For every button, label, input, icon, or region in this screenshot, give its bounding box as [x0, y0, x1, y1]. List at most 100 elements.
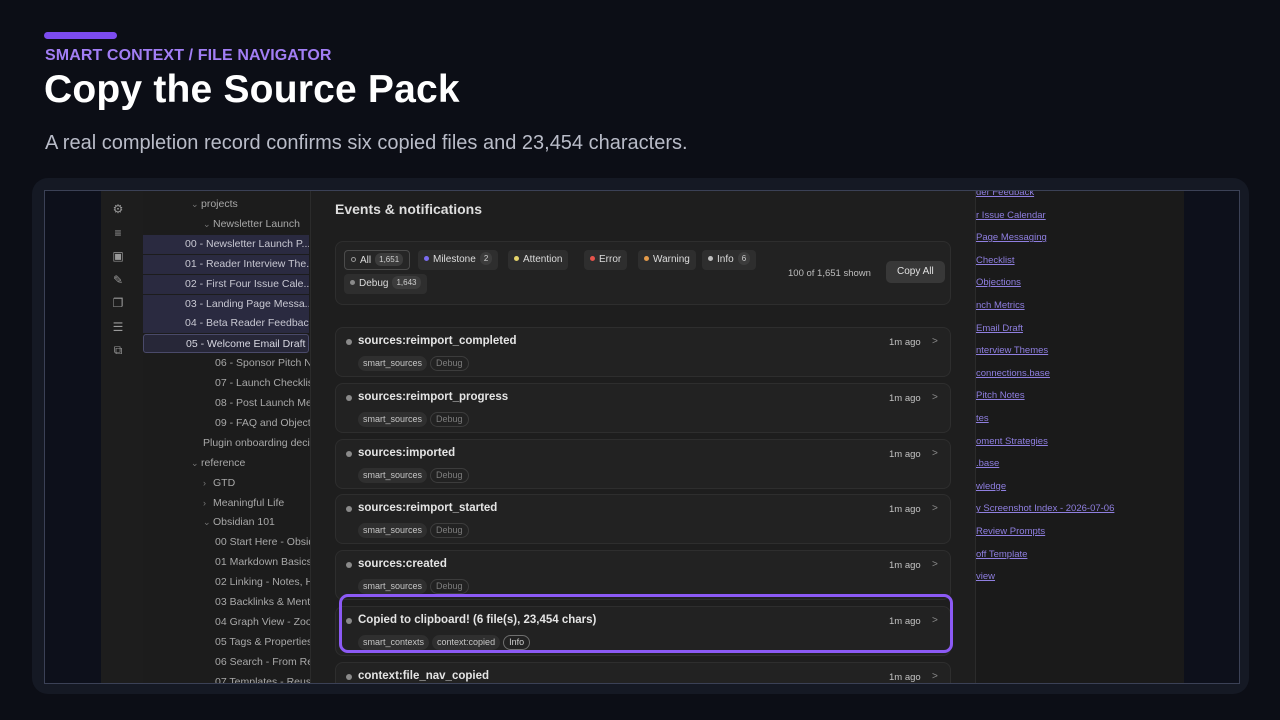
tree-folder[interactable]: ⌄ Newsletter Launch [143, 215, 310, 234]
tree-folder[interactable]: › GTD [143, 474, 310, 493]
tree-file[interactable]: 05 - Welcome Email Draft [143, 334, 309, 354]
tree-item-label: Newsletter Launch [213, 217, 300, 230]
tree-item-label: projects [201, 198, 238, 210]
page-title: Copy the Source Pack [44, 68, 460, 111]
copy-all-button[interactable]: Copy All [886, 261, 945, 283]
event-name: sources:reimport_started [358, 502, 498, 515]
note-link[interactable]: wledge [976, 481, 1006, 492]
tree-file[interactable]: 04 - Beta Reader Feedback [143, 314, 309, 334]
tree-folder[interactable]: ⌄ Obsidian 101 [143, 513, 310, 532]
chevron-right-icon[interactable]: > [932, 671, 938, 682]
note-link[interactable]: nch Metrics [976, 300, 1025, 311]
filter-label: Info [717, 254, 734, 265]
settings-sliders-icon[interactable]: ⚙ [111, 203, 125, 215]
tree-file[interactable]: Plugin onboarding decision [143, 434, 310, 453]
tree-file[interactable]: 06 - Sponsor Pitch Notes [143, 354, 310, 373]
tree-file[interactable]: 01 - Reader Interview The... [143, 254, 309, 274]
tree-folder[interactable]: › Meaningful Life [143, 494, 310, 513]
filter-icon[interactable]: ≡ [111, 227, 125, 239]
tree-file[interactable]: 09 - FAQ and Objections [143, 414, 310, 433]
chevron-right-icon[interactable]: > [932, 448, 938, 459]
filter-chip-error[interactable]: Error [584, 250, 628, 270]
tree-file[interactable]: 02 - First Four Issue Cale... [143, 274, 309, 294]
note-link[interactable]: Review Prompts [976, 526, 1045, 537]
tree-file[interactable]: 00 Start Here - Obsidian ... [143, 533, 310, 552]
file-explorer: ⌄ projects ⌄ Newsletter Launch 00 - Newslett… [143, 191, 311, 683]
note-link[interactable]: .base [976, 458, 999, 469]
tree-file[interactable]: 07 Templates - Reusable... [143, 673, 310, 683]
event-dot-icon [346, 339, 352, 345]
filter-chip-debug[interactable]: Debug 1,643 [344, 274, 427, 294]
event-card[interactable]: Copied to clipboard! (6 file(s), 23,454 … [335, 606, 951, 656]
filter-chip-all[interactable]: All 1,651 [344, 250, 411, 270]
duplicate-icon[interactable]: ⧉ [111, 344, 125, 356]
note-link[interactable]: Email Draft [976, 323, 1023, 334]
chevron-right-icon[interactable]: > [932, 392, 938, 403]
filter-chip-info[interactable]: Info 6 [702, 250, 757, 270]
event-card[interactable]: sources:reimport_progress 1m ago > smart_so… [335, 382, 951, 433]
eyebrow: SMART CONTEXT / FILE NAVIGATOR [45, 47, 332, 64]
file-edit-icon[interactable]: ✎ [111, 274, 125, 286]
note-link[interactable]: oment Strategies [976, 436, 1048, 447]
event-card[interactable]: sources:imported 1m ago > smart_sources Debu… [335, 438, 951, 489]
event-tag: smart_sources [358, 411, 428, 427]
note-link[interactable]: y Screenshot Index - 2026-07-06 [976, 503, 1114, 514]
tree-item-label: reference [201, 456, 246, 469]
event-time: 1m ago [889, 560, 921, 572]
document-list-icon[interactable]: ☰ [111, 321, 125, 333]
note-link[interactable]: Page Messaging [976, 232, 1047, 243]
note-link[interactable]: r Issue Calendar [976, 210, 1046, 221]
tree-file[interactable]: 03 Backlinks & Mentions ... [143, 593, 310, 612]
tree-file[interactable]: 01 Markdown Basics - Wr... [143, 553, 310, 572]
chevron-right-icon[interactable]: > [932, 559, 938, 570]
tree-file[interactable]: 08 - Post Launch Metrics [143, 394, 310, 413]
accent-bar [44, 32, 117, 39]
tree-file[interactable]: 07 - Launch Checklist [143, 374, 310, 393]
event-name: Copied to clipboard! (6 file(s), 23,454 … [358, 614, 597, 626]
tree-folder[interactable]: ⌄ reference [143, 454, 310, 473]
tree-folder[interactable]: ⌄ projects [143, 195, 310, 214]
tree-file[interactable]: 03 - Landing Page Messa... [143, 294, 309, 314]
tab-layout-icon[interactable]: ▣ [111, 250, 125, 262]
filter-label: Warning [653, 254, 690, 265]
filter-chip-warning[interactable]: Warning [638, 250, 696, 270]
tree-item-label: 03 - Landing Page Messa... [185, 297, 309, 310]
tree-item-label: 04 - Beta Reader Feedback [185, 317, 309, 330]
events-panel: Events & notifications 100 of 1,651 show… [311, 191, 975, 683]
event-tag: smart_contexts [358, 635, 430, 650]
filter-chip-attention[interactable]: Attention [508, 250, 569, 270]
event-card[interactable]: sources:reimport_completed 1m ago > smart_s… [335, 327, 951, 377]
note-link[interactable]: connections.base [976, 368, 1050, 379]
event-card[interactable]: sources:created 1m ago > smart_sources Debug [335, 550, 951, 601]
note-link[interactable]: nterview Themes [976, 345, 1048, 356]
tree-file[interactable]: 04 Graph View - Zoom O... [143, 613, 310, 632]
filter-chip-milestone[interactable]: Milestone 2 [418, 250, 499, 270]
event-card[interactable]: context:file_nav_copied 1m ago > [335, 661, 951, 683]
event-card[interactable]: sources:reimport_started 1m ago > smart_sou… [335, 494, 951, 545]
chevron-right-icon[interactable]: > [932, 615, 938, 626]
chevron-down-icon: ⌄ [203, 218, 211, 229]
note-link[interactable]: tes [976, 413, 989, 424]
tree-file[interactable]: 00 - Newsletter Launch P... [143, 234, 309, 254]
event-time: 1m ago [889, 337, 921, 348]
status-dot-icon [590, 255, 595, 261]
chevron-right-icon[interactable]: > [932, 336, 938, 347]
note-link[interactable]: view [976, 571, 995, 582]
event-time: 1m ago [889, 504, 921, 516]
note-link[interactable]: Objections [976, 277, 1021, 288]
note-link[interactable]: der Feedback [976, 191, 1034, 198]
tree-item-label: 00 - Newsletter Launch P... [185, 237, 309, 250]
note-link[interactable]: Checklist [976, 255, 1015, 266]
event-time: 1m ago [889, 392, 921, 404]
note-link[interactable]: off Template [976, 549, 1027, 560]
tree-item-label: Meaningful Life [213, 496, 285, 509]
chevron-right-icon[interactable]: > [932, 503, 938, 514]
event-time: 1m ago [889, 616, 921, 627]
tree-file[interactable]: 02 Linking - Notes, Headi... [143, 573, 310, 592]
event-dot-icon [346, 673, 352, 680]
tree-file[interactable]: 05 Tags & Properties - Fi... [143, 633, 310, 652]
note-link[interactable]: Pitch Notes [976, 390, 1025, 401]
event-time: 1m ago [889, 671, 921, 683]
copy-files-icon[interactable]: ❐ [111, 297, 125, 309]
tree-file[interactable]: 06 Search - From Recall t... [143, 653, 310, 672]
